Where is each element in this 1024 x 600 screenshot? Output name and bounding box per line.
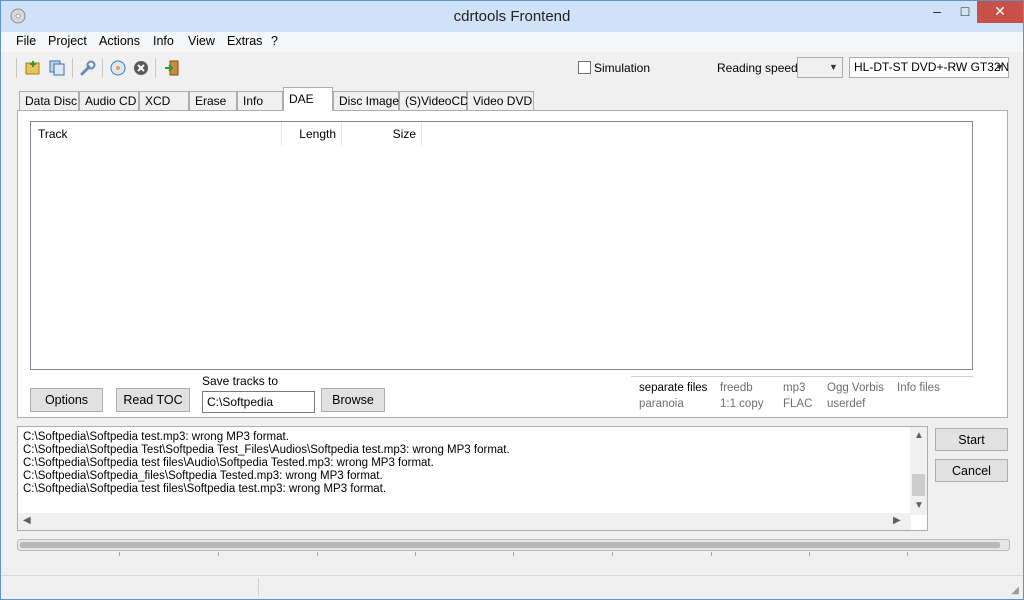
title-bar: cdrtools Frontend ‒ □ ✕ <box>1 1 1023 32</box>
column-track[interactable]: Track <box>31 122 282 146</box>
column-size[interactable]: Size <box>342 122 422 146</box>
browse-button[interactable]: Browse <box>321 388 385 412</box>
menu-extras[interactable]: Extras <box>227 34 262 48</box>
save-tracks-label: Save tracks to <box>202 374 279 388</box>
progress-tick <box>317 552 318 556</box>
column-length[interactable]: Length <box>282 122 342 146</box>
drive-select[interactable]: HL-DT-ST DVD+-RW GT32N ▼ <box>849 57 1009 78</box>
tab-xcd[interactable]: XCD <box>139 91 189 110</box>
copy-icon[interactable] <box>46 57 68 79</box>
close-button[interactable]: ✕ <box>977 1 1023 23</box>
format-separate-files[interactable]: separate files <box>639 382 707 394</box>
track-list[interactable]: Track Length Size <box>30 121 973 370</box>
tab-erase[interactable]: Erase <box>189 91 237 110</box>
tab-data-disc[interactable]: Data Disc <box>19 91 79 110</box>
start-button[interactable]: Start <box>935 428 1008 451</box>
dae-panel: Track Length Size Options Read TOC Save … <box>17 110 1008 418</box>
scroll-thumb[interactable] <box>912 474 925 496</box>
format-1-1-copy[interactable]: 1:1 copy <box>720 398 763 410</box>
format-options: separate files freedb mp3 Ogg Vorbis Inf… <box>631 376 973 412</box>
disc-scan-icon[interactable] <box>107 57 129 79</box>
chevron-down-icon: ▼ <box>829 62 838 72</box>
toolbar-separator <box>16 58 17 78</box>
options-button[interactable]: Options <box>30 388 103 412</box>
log-vertical-scrollbar[interactable]: ▲ ▼ <box>910 427 927 515</box>
progress-tick <box>415 552 416 556</box>
format-info-files[interactable]: Info files <box>897 382 940 394</box>
menu-file[interactable]: File <box>16 34 36 48</box>
progress-fill <box>20 542 1000 548</box>
minimize-button[interactable]: ‒ <box>923 1 951 23</box>
menu-info[interactable]: Info <box>153 34 174 48</box>
scroll-up-icon[interactable]: ▲ <box>914 430 924 441</box>
format-mp3[interactable]: mp3 <box>783 382 805 394</box>
status-divider <box>258 578 259 596</box>
status-bar: ◢ <box>1 575 1023 599</box>
tab-disc-image[interactable]: Disc Image <box>333 91 399 110</box>
tab-info[interactable]: Info <box>237 91 283 110</box>
toolbar-separator <box>155 58 156 78</box>
reading-speed-label: Reading speed <box>717 61 798 75</box>
new-project-icon[interactable] <box>22 57 44 79</box>
reading-speed-select[interactable]: ▼ <box>797 57 843 78</box>
scroll-right-icon[interactable]: ▶ <box>893 515 901 526</box>
log-line: C:\Softpedia\Softpedia test files\Audio\… <box>23 457 434 469</box>
read-toc-button[interactable]: Read TOC <box>116 388 190 412</box>
log-horizontal-scrollbar[interactable]: ◀ ▶ <box>18 513 911 530</box>
log-line: C:\Softpedia\Softpedia_files\Softpedia T… <box>23 470 383 482</box>
simulation-label: Simulation <box>594 61 651 75</box>
toolbar-separator <box>72 58 73 78</box>
format-flac[interactable]: FLAC <box>783 398 812 410</box>
exit-icon[interactable] <box>161 57 183 79</box>
progress-bar <box>17 539 1010 551</box>
window-title: cdrtools Frontend <box>453 8 571 25</box>
progress-tick <box>809 552 810 556</box>
menu-project[interactable]: Project <box>48 34 87 48</box>
progress-tick <box>907 552 908 556</box>
tab-svideocd[interactable]: (S)VideoCD <box>399 91 469 110</box>
format-paranoia[interactable]: paranoia <box>639 398 684 410</box>
progress-tick <box>513 552 514 556</box>
menu-help[interactable]: ? <box>271 34 278 48</box>
app-window: cdrtools Frontend ‒ □ ✕ File Project Act… <box>0 0 1024 600</box>
tab-audio-cd[interactable]: Audio CD <box>79 91 139 110</box>
format-userdef[interactable]: userdef <box>827 398 865 410</box>
menu-actions[interactable]: Actions <box>99 34 140 48</box>
tab-video-dvd[interactable]: Video DVD <box>467 91 534 110</box>
stop-icon[interactable] <box>130 57 152 79</box>
progress-tick <box>711 552 712 556</box>
track-list-header: Track Length Size <box>31 122 972 146</box>
resize-grip-icon[interactable]: ◢ <box>1011 585 1019 596</box>
progress-tick <box>119 552 120 556</box>
drive-value: HL-DT-ST DVD+-RW GT32N <box>854 60 1009 74</box>
settings-wrench-icon[interactable] <box>77 57 99 79</box>
log-line: C:\Softpedia\Softpedia test files\Softpe… <box>23 483 387 495</box>
log-output[interactable]: C:\Softpedia\Softpedia test.mp3: wrong M… <box>17 426 928 531</box>
scroll-down-icon[interactable]: ▼ <box>914 500 924 511</box>
toolbar-separator <box>102 58 103 78</box>
log-line: C:\Softpedia\Softpedia Test\Softpedia Te… <box>23 444 510 456</box>
progress-tick <box>218 552 219 556</box>
format-freedb[interactable]: freedb <box>720 382 753 394</box>
format-ogg-vorbis[interactable]: Ogg Vorbis <box>827 382 884 394</box>
scroll-left-icon[interactable]: ◀ <box>23 515 31 526</box>
menu-view[interactable]: View <box>188 34 215 48</box>
menu-bar: File Project Actions Info View Extras ? <box>1 32 1023 52</box>
simulation-checkbox[interactable] <box>578 61 591 74</box>
progress-tick <box>612 552 613 556</box>
log-line: C:\Softpedia\Softpedia test.mp3: wrong M… <box>23 431 289 443</box>
cancel-button[interactable]: Cancel <box>935 459 1008 482</box>
maximize-button[interactable]: □ <box>951 1 979 23</box>
chevron-down-icon: ▼ <box>995 62 1004 72</box>
save-tracks-input[interactable]: C:\Softpedia <box>202 391 315 413</box>
tab-dae[interactable]: DAE <box>283 87 333 111</box>
